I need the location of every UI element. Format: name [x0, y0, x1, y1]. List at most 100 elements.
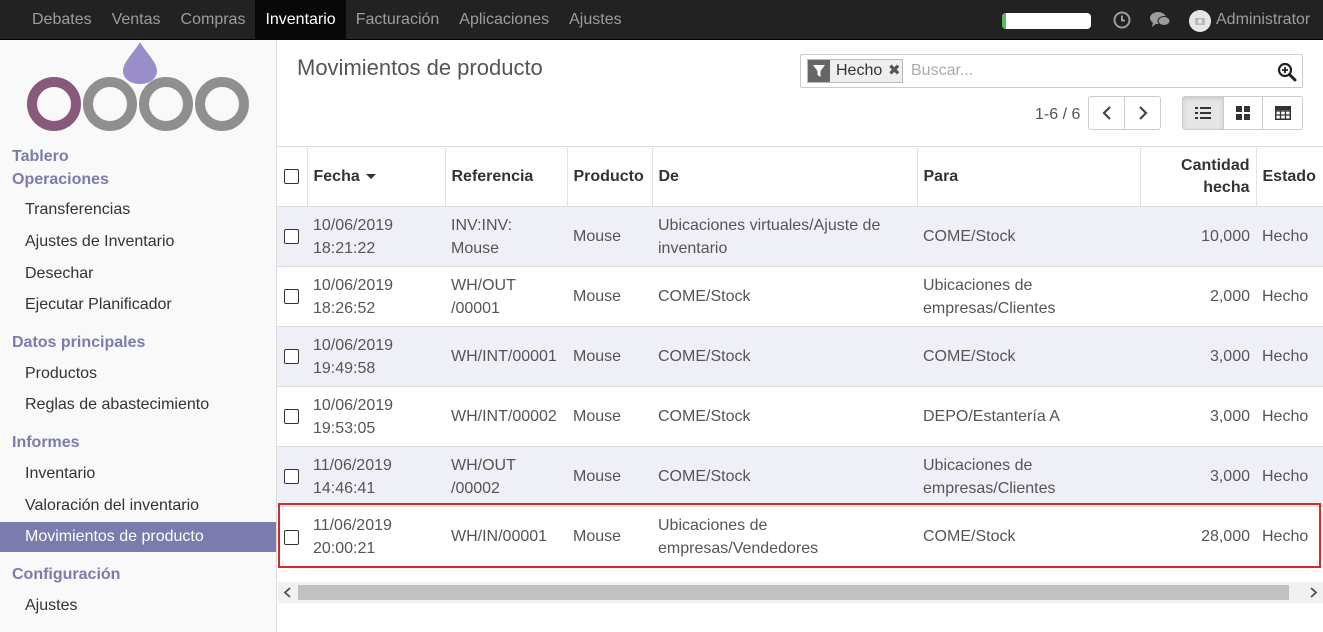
cell-referencia: WH/OUT /00001 — [445, 266, 567, 327]
sort-down-icon — [365, 173, 376, 179]
cell-de: Ubicaciones virtuales/Ajuste de inventar… — [652, 206, 917, 267]
sidebar-item-movimientos-producto[interactable]: Movimientos de producto — [0, 522, 276, 552]
table-row[interactable]: 10/06/2019 19:53:05 WH/INT/00002 Mouse C… — [277, 386, 1323, 447]
table-row[interactable]: 10/06/2019 18:26:52 WH/OUT /00001 Mouse … — [277, 266, 1323, 327]
table-row[interactable]: 10/06/2019 19:49:58 WH/INT/00001 Mouse C… — [277, 326, 1323, 387]
sidebar-item-reglas-abastecimiento[interactable]: Reglas de abastecimiento — [0, 390, 276, 420]
cell-para: Ubicaciones de empresas/Clientes — [917, 266, 1140, 327]
cell-estado: Hecho — [1256, 266, 1323, 327]
cell-fecha: 11/06/2019 20:00:21 — [307, 506, 445, 567]
top-navbar: Debates Ventas Compras Inventario Factur… — [0, 0, 1323, 40]
pivot-view-button[interactable] — [1262, 96, 1303, 130]
chat-icon[interactable] — [1149, 10, 1171, 30]
table-icon — [1274, 106, 1291, 120]
menu-compras[interactable]: Compras — [171, 0, 256, 40]
row-select-cell — [277, 446, 307, 507]
search-input[interactable] — [909, 58, 1269, 84]
scroll-right-icon[interactable] — [1308, 587, 1318, 598]
cell-fecha: 10/06/2019 18:26:52 — [307, 266, 445, 327]
kanban-view-button[interactable] — [1223, 96, 1263, 130]
table-row[interactable]: 11/06/2019 20:00:21 WH/IN/00001 Mouse Ub… — [277, 506, 1323, 567]
column-header-referencia[interactable]: Referencia — [445, 146, 568, 207]
menu-ajustes[interactable]: Ajustes — [559, 0, 631, 40]
sidebar-item-desechar[interactable]: Desechar — [0, 259, 276, 289]
search-icon[interactable] — [1277, 62, 1297, 82]
menu-debates[interactable]: Debates — [0, 0, 102, 40]
row-checkbox[interactable] — [284, 289, 299, 305]
cell-para: COME/Stock — [917, 506, 1140, 567]
cell-de: Ubicaciones de empresas/Vendedores — [652, 506, 917, 567]
menu-facturacion[interactable]: Facturación — [346, 0, 450, 40]
cell-cantidad: 3,000 — [1140, 326, 1256, 387]
row-checkbox[interactable] — [284, 349, 299, 365]
cell-referencia: WH/INT/00002 — [445, 386, 567, 447]
sidebar-item-transferencias[interactable]: Transferencias — [0, 195, 276, 225]
sidebar-item-ejecutar-planificador[interactable]: Ejecutar Planificador — [0, 290, 276, 320]
table-row[interactable]: 11/06/2019 14:46:41 WH/OUT /00002 Mouse … — [277, 446, 1323, 507]
row-checkbox[interactable] — [284, 529, 299, 545]
scrollbar-thumb[interactable] — [298, 585, 1289, 600]
scroll-left-icon[interactable] — [283, 587, 293, 598]
sidebar-section-tablero[interactable]: Tablero — [12, 148, 69, 166]
chevron-left-icon — [1101, 106, 1111, 120]
menu-ventas[interactable]: Ventas — [102, 0, 171, 40]
cell-cantidad: 3,000 — [1140, 446, 1256, 507]
sidebar-section-datos-principales[interactable]: Datos principales — [12, 334, 145, 352]
column-label: Fecha — [313, 167, 360, 185]
pager-next-button[interactable] — [1124, 96, 1161, 130]
row-select-cell — [277, 326, 307, 387]
search-facet[interactable]: Hecho ✖ — [807, 59, 904, 83]
cell-fecha: 11/06/2019 14:46:41 — [307, 446, 445, 507]
column-header-producto[interactable]: Producto — [567, 146, 653, 207]
sidebar-section-informes[interactable]: Informes — [12, 434, 80, 452]
sidebar-item-productos[interactable]: Productos — [0, 359, 276, 389]
pager-value[interactable]: 1-6 / 6 — [1035, 106, 1080, 124]
odoo-logo[interactable] — [22, 42, 257, 138]
cell-producto: Mouse — [567, 386, 652, 447]
column-header-estado[interactable]: Estado — [1256, 146, 1323, 207]
cell-producto: Mouse — [567, 206, 652, 267]
search-bar: Hecho ✖ — [800, 54, 1303, 88]
select-all-cell — [277, 146, 308, 207]
pager-previous-button[interactable] — [1088, 96, 1125, 130]
avatar[interactable] — [1189, 10, 1211, 32]
close-icon[interactable]: ✖ — [886, 60, 902, 82]
cell-referencia: WH/IN/00001 — [445, 506, 567, 567]
sidebar-section-operaciones[interactable]: Operaciones — [12, 171, 109, 189]
sidebar-item-valoracion-inventario[interactable]: Valoración del inventario — [0, 491, 276, 521]
clock-icon[interactable] — [1112, 10, 1132, 30]
user-name[interactable]: Administrator — [1216, 0, 1310, 40]
row-select-cell — [277, 386, 307, 447]
cell-estado: Hecho — [1256, 326, 1323, 387]
column-header-fecha[interactable]: Fecha — [307, 146, 446, 207]
chevron-right-icon — [1138, 106, 1148, 120]
kanban-icon — [1236, 106, 1250, 120]
menu-aplicaciones[interactable]: Aplicaciones — [449, 0, 559, 40]
select-all-checkbox[interactable] — [284, 168, 299, 184]
cell-referencia: INV:INV: Mouse — [445, 206, 567, 267]
sidebar: Tablero Operaciones Transferencias Ajust… — [0, 40, 277, 632]
column-header-cantidad-hecha[interactable]: Cantidad hecha — [1140, 146, 1257, 207]
horizontal-scrollbar[interactable] — [278, 582, 1323, 603]
row-checkbox[interactable] — [284, 469, 299, 485]
cell-producto: Mouse — [567, 326, 652, 387]
list-view-button[interactable] — [1182, 96, 1224, 130]
table-row[interactable]: 10/06/2019 18:21:22 INV:INV: Mouse Mouse… — [277, 206, 1323, 267]
cell-estado: Hecho — [1256, 206, 1323, 267]
cell-para: Ubicaciones de empresas/Clientes — [917, 446, 1140, 507]
sidebar-item-inventario[interactable]: Inventario — [0, 459, 276, 489]
column-header-de[interactable]: De — [652, 146, 918, 207]
sidebar-section-configuracion[interactable]: Configuración — [12, 566, 120, 584]
row-checkbox[interactable] — [284, 409, 299, 425]
facet-label: Hecho — [836, 62, 883, 79]
cell-producto: Mouse — [567, 266, 652, 327]
cell-para: DEPO/Estantería A — [917, 386, 1140, 447]
sidebar-item-ajustes-inventario[interactable]: Ajustes de Inventario — [0, 227, 276, 257]
row-checkbox[interactable] — [284, 229, 299, 245]
column-header-para[interactable]: Para — [917, 146, 1141, 207]
onboarding-progress-bar[interactable] — [1002, 13, 1091, 29]
menu-inventario[interactable]: Inventario — [255, 0, 346, 40]
cell-de: COME/Stock — [652, 446, 917, 507]
cell-de: COME/Stock — [652, 326, 917, 387]
sidebar-item-ajustes[interactable]: Ajustes — [0, 591, 276, 621]
